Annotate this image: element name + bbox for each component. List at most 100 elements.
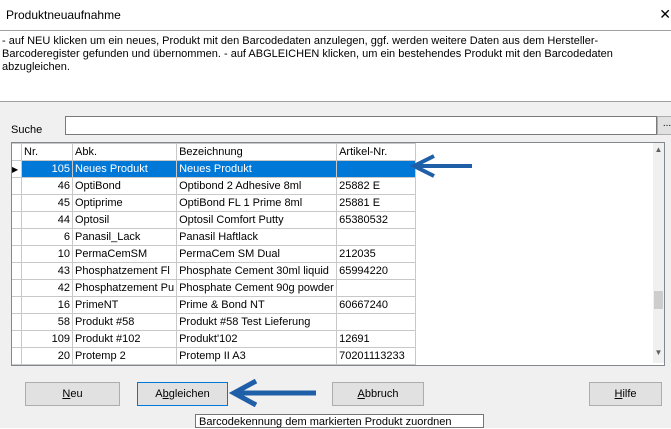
row-indicator — [12, 262, 22, 280]
cell-abk[interactable]: PermaCemSM — [71, 245, 178, 263]
row-indicator: ▶ — [12, 160, 22, 178]
cell-nr[interactable]: 6 — [21, 228, 73, 246]
cell-artikel-nr[interactable] — [336, 160, 417, 178]
cell-artikel-nr[interactable] — [336, 279, 417, 297]
cell-nr[interactable]: 43 — [21, 262, 73, 280]
cell-bezeichnung[interactable]: Phosphate Cement 90g powder — [176, 279, 338, 297]
table-header: Nr. Abk. Bezeichnung Artikel-Nr. — [12, 143, 417, 161]
table-row[interactable]: 10 PermaCemSM PermaCem SM Dual 212035 — [12, 245, 417, 263]
cell-nr[interactable]: 16 — [21, 296, 73, 314]
column-header-abk[interactable]: Abk. — [71, 143, 178, 161]
cell-bezeichnung[interactable]: Optosil Comfort Putty — [176, 211, 338, 229]
product-grid: Nr. Abk. Bezeichnung Artikel-Nr. ▶ 105 Neu… — [11, 142, 665, 366]
cell-nr[interactable]: 10 — [21, 245, 73, 263]
chevron-down-icon[interactable]: ▼ — [653, 348, 664, 357]
row-indicator — [12, 330, 22, 348]
close-icon[interactable]: ✕ — [659, 6, 671, 23]
cell-abk[interactable]: Phosphatzement Fl — [71, 262, 178, 280]
cell-nr[interactable]: 45 — [21, 194, 73, 212]
abgleichen-button[interactable]: Abgleichen — [137, 382, 228, 406]
cell-nr[interactable]: 109 — [21, 330, 73, 348]
cell-artikel-nr[interactable]: 65380532 — [336, 211, 417, 229]
cell-bezeichnung[interactable]: Protemp II A3 — [176, 347, 338, 365]
cell-abk[interactable]: Neues Produkt — [71, 160, 178, 178]
column-header-nr[interactable]: Nr. — [21, 143, 73, 161]
title-bar: Produktneuaufnahme ✕ — [0, 0, 671, 30]
cell-abk[interactable]: Protemp 2 — [71, 347, 178, 365]
cell-artikel-nr[interactable] — [336, 228, 417, 246]
cell-artikel-nr[interactable] — [336, 313, 417, 331]
arrow-left-icon — [228, 379, 316, 407]
cell-abk[interactable]: OptiBond — [71, 177, 178, 195]
cell-artikel-nr[interactable]: 25882 E — [336, 177, 417, 195]
cell-nr[interactable]: 46 — [21, 177, 73, 195]
cell-bezeichnung[interactable]: OptiBond FL 1 Prime 8ml — [176, 194, 338, 212]
cell-nr[interactable]: 58 — [21, 313, 73, 331]
tooltip: Barcodekennung dem markierten Produkt zu… — [195, 414, 484, 428]
column-header-bezeichnung[interactable]: Bezeichnung — [176, 143, 338, 161]
hilfe-button[interactable]: Hilfe — [589, 382, 662, 406]
table-row[interactable]: 20 Protemp 2 Protemp II A3 70201113233 — [12, 347, 417, 365]
cell-artikel-nr[interactable]: 70201113233 — [336, 347, 417, 365]
table-row[interactable]: 45 Optiprime OptiBond FL 1 Prime 8ml 25881 … — [12, 194, 417, 212]
table-row[interactable]: 42 Phosphatzement Pu Phosphate Cement 90g … — [12, 279, 417, 297]
row-indicator — [12, 279, 22, 297]
table-row[interactable]: 6 Panasil_Lack Panasil Haftlack — [12, 228, 417, 246]
row-indicator — [12, 194, 22, 212]
cell-abk[interactable]: Produkt #58 — [71, 313, 178, 331]
table-row[interactable]: 43 Phosphatzement Fl Phosphate Cement 30ml… — [12, 262, 417, 280]
cell-abk[interactable]: Produkt #102 — [71, 330, 178, 348]
cell-nr[interactable]: 44 — [21, 211, 73, 229]
cell-bezeichnung[interactable]: PermaCem SM Dual — [176, 245, 338, 263]
cell-nr[interactable]: 20 — [21, 347, 73, 365]
cell-artikel-nr[interactable]: 212035 — [336, 245, 417, 263]
cell-bezeichnung[interactable]: Produkt'102 — [176, 330, 338, 348]
cell-abk[interactable]: Phosphatzement Pu — [71, 279, 178, 297]
cell-bezeichnung[interactable]: Panasil Haftlack — [176, 228, 338, 246]
window-title: Produktneuaufnahme — [6, 8, 121, 22]
table-row[interactable]: 46 OptiBond Optibond 2 Adhesive 8ml 25882 E — [12, 177, 417, 195]
table-row[interactable]: 16 PrimeNT Prime & Bond NT 60667240 — [12, 296, 417, 314]
cell-bezeichnung[interactable]: Produkt #58 Test Lieferung — [176, 313, 338, 331]
cell-bezeichnung[interactable]: Prime & Bond NT — [176, 296, 338, 314]
cell-bezeichnung[interactable]: Neues Produkt — [176, 160, 338, 178]
row-indicator — [12, 296, 22, 314]
abbruch-button[interactable]: Abbruch — [332, 382, 424, 406]
neu-button[interactable]: Neu — [25, 382, 120, 406]
info-panel: - auf NEU klicken um ein neues, Produkt … — [0, 30, 671, 102]
cell-abk[interactable]: Optosil — [71, 211, 178, 229]
cell-bezeichnung[interactable]: Phosphate Cement 30ml liquid — [176, 262, 338, 280]
row-indicator — [12, 211, 22, 229]
info-text: - auf NEU klicken um ein neues, Produkt … — [2, 35, 613, 73]
column-header-artikel-nr[interactable]: Artikel-Nr. — [336, 143, 417, 161]
search-label: Suche — [11, 124, 43, 136]
product-dialog: Produktneuaufnahme ✕ - auf NEU klicken u… — [0, 0, 671, 428]
table-row[interactable]: 109 Produkt #102 Produkt'102 12691 — [12, 330, 417, 348]
arrow-left-icon — [409, 154, 472, 178]
scroll-thumb[interactable] — [654, 291, 663, 309]
row-indicator — [12, 313, 22, 331]
search-input[interactable] — [65, 116, 657, 135]
row-indicator — [12, 177, 22, 195]
row-indicator — [12, 347, 22, 365]
cell-abk[interactable]: Optiprime — [71, 194, 178, 212]
vertical-scrollbar[interactable]: ▲ ▼ — [653, 143, 664, 363]
cell-nr[interactable]: 105 — [21, 160, 73, 178]
cell-artikel-nr[interactable]: 65994220 — [336, 262, 417, 280]
cell-artikel-nr[interactable]: 60667240 — [336, 296, 417, 314]
table-row[interactable]: 44 Optosil Optosil Comfort Putty 65380532 — [12, 211, 417, 229]
table-row[interactable]: ▶ 105 Neues Produkt Neues Produkt — [12, 160, 417, 178]
search-button[interactable]: ... — [657, 116, 671, 135]
play-icon: ▶ — [12, 165, 19, 174]
chevron-up-icon[interactable]: ▲ — [653, 145, 664, 154]
row-indicator — [12, 228, 22, 246]
header-indicator — [12, 143, 22, 161]
cell-artikel-nr[interactable]: 25881 E — [336, 194, 417, 212]
table-row[interactable]: 58 Produkt #58 Produkt #58 Test Lieferung — [12, 313, 417, 331]
product-table: Nr. Abk. Bezeichnung Artikel-Nr. ▶ 105 Neu… — [12, 143, 417, 365]
cell-nr[interactable]: 42 — [21, 279, 73, 297]
cell-abk[interactable]: Panasil_Lack — [71, 228, 178, 246]
cell-bezeichnung[interactable]: Optibond 2 Adhesive 8ml — [176, 177, 338, 195]
cell-artikel-nr[interactable]: 12691 — [336, 330, 417, 348]
cell-abk[interactable]: PrimeNT — [71, 296, 178, 314]
